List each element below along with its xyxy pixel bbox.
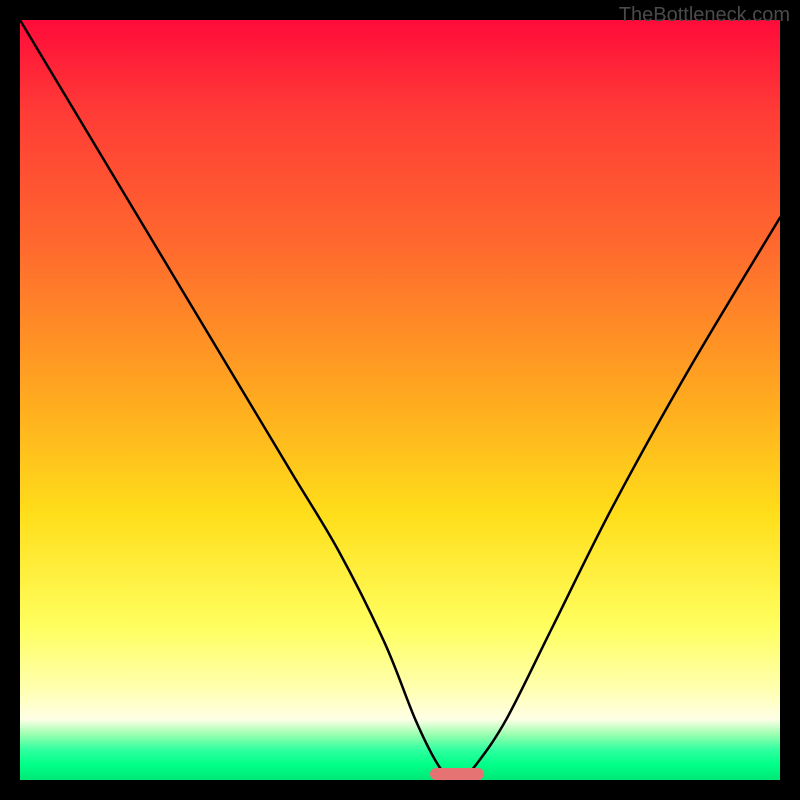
chart-container: TheBottleneck.com [0,0,800,800]
optimal-marker [430,768,483,780]
watermark-text: TheBottleneck.com [619,4,790,27]
plot-area [20,20,780,780]
bottleneck-curve [20,20,780,780]
